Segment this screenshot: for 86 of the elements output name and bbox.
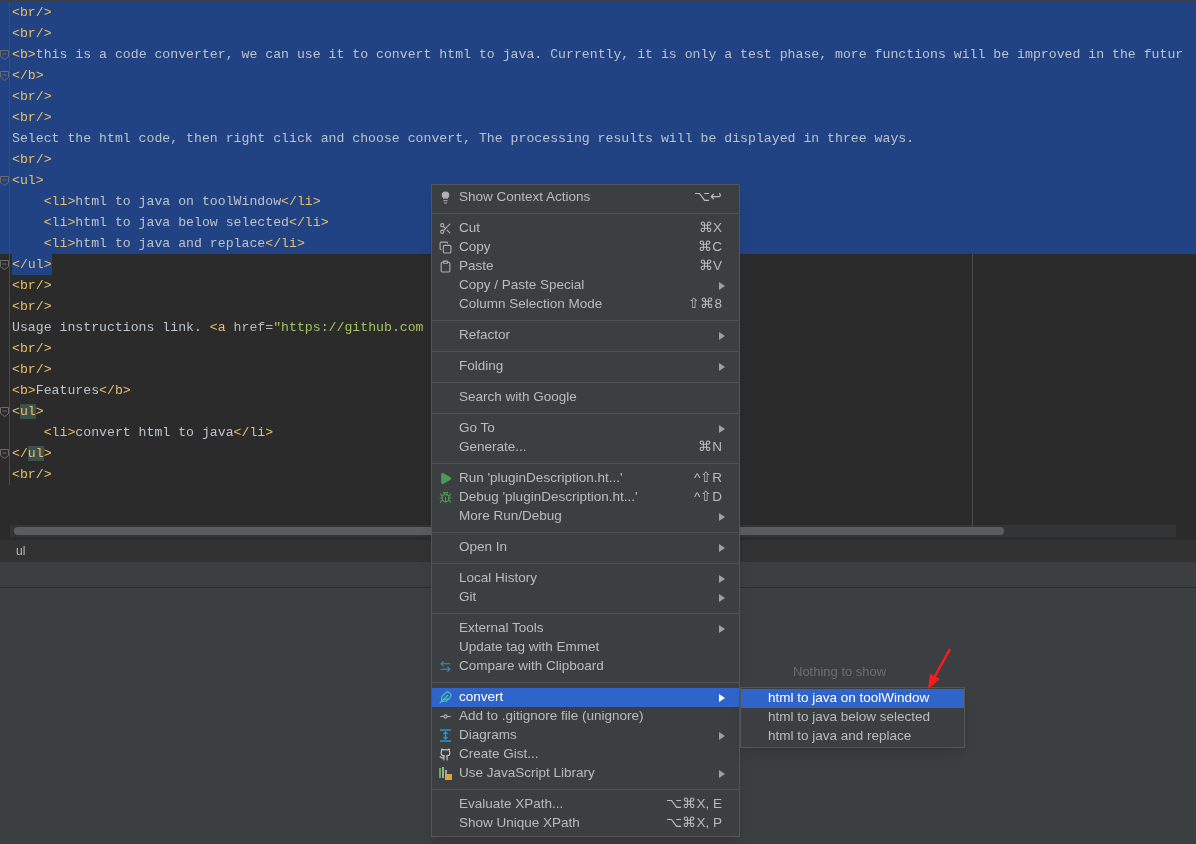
code-line: </ul> — [12, 445, 52, 463]
menu-item[interactable]: Git — [432, 588, 739, 607]
menu-item[interactable]: Update tag with Emmet — [432, 638, 739, 657]
menu-item[interactable]: Local History — [432, 569, 739, 588]
submenu-arrow-icon — [719, 731, 725, 740]
submenu-arrow-icon — [719, 281, 725, 290]
menu-item[interactable]: Copy / Paste Special — [432, 276, 739, 295]
menu-item[interactable]: External Tools — [432, 619, 739, 638]
library-icon — [439, 767, 452, 780]
code-line: <br/> — [12, 109, 52, 127]
code-line: <br/> — [12, 277, 52, 295]
menu-item[interactable]: html to java on toolWindow — [741, 689, 964, 708]
code-line: <ul> — [12, 172, 44, 190]
code-line: <li>html to java below selected</li> — [42, 214, 329, 232]
menu-item[interactable]: Debug 'pluginDescription.ht...' ^⇧D — [432, 488, 739, 507]
fold-marker-icon[interactable] — [0, 406, 9, 417]
code-line: <br/> — [12, 25, 52, 43]
menu-item[interactable]: Show Context Actions ⌥↩ — [432, 188, 739, 207]
code-line: <br/> — [12, 298, 52, 316]
fold-marker-icon[interactable] — [0, 448, 9, 459]
menu-item[interactable]: Open In — [432, 538, 739, 557]
menu-item[interactable]: Generate... ⌘N — [432, 438, 739, 457]
code-line: <li>convert html to java</li> — [42, 424, 274, 442]
fold-gutter[interactable] — [0, 443, 10, 464]
menu-item[interactable]: Use JavaScript Library — [432, 764, 739, 783]
code-line: Select the html code, then right click and choose convert, The processing results will be displayed in three ways. — [12, 130, 915, 148]
copy-icon — [439, 241, 452, 254]
fold-marker-icon[interactable] — [0, 49, 9, 60]
submenu-arrow-icon — [719, 593, 725, 602]
submenu-arrow-icon — [719, 574, 725, 583]
code-line: </b> — [12, 67, 44, 85]
code-line: <li>html to java and replace</li> — [42, 235, 305, 253]
menu-item[interactable]: Diagrams — [432, 726, 739, 745]
menu-item[interactable]: Run 'pluginDescription.ht...' ^⇧R — [432, 469, 739, 488]
code-line: Usage instructions link. <a href="https://github.com — [12, 319, 424, 337]
menu-item[interactable]: html to java and replace — [741, 727, 964, 746]
compare-icon — [439, 660, 452, 673]
fold-gutter[interactable] — [0, 401, 10, 422]
code-line: <br/> — [12, 88, 52, 106]
submenu-arrow-icon — [719, 424, 725, 433]
menu-item[interactable]: Paste ⌘V — [432, 257, 739, 276]
code-line: <b>Features</b> — [12, 382, 131, 400]
code-line: <br/> — [12, 361, 52, 379]
code-line: <br/> — [12, 466, 52, 484]
submenu-arrow-icon — [719, 331, 725, 340]
breadcrumb[interactable]: ul — [16, 542, 26, 560]
menu-item[interactable]: Refactor — [432, 326, 739, 345]
submenu-arrow-icon — [719, 512, 725, 521]
menu-item[interactable]: Create Gist... — [432, 745, 739, 764]
fold-gutter[interactable] — [0, 254, 10, 275]
menu-item[interactable]: Evaluate XPath... ⌥⌘X, E — [432, 795, 739, 814]
submenu-arrow-icon — [719, 769, 725, 778]
menu-item[interactable]: Folding — [432, 357, 739, 376]
menu-item[interactable]: Column Selection Mode ⇧⌘8 — [432, 295, 739, 314]
code-line: <br/> — [12, 4, 52, 22]
fold-marker-icon[interactable] — [0, 70, 9, 81]
scissors-icon — [439, 222, 452, 235]
code-line: <br/> — [12, 151, 52, 169]
menu-item[interactable]: Cut ⌘X — [432, 219, 739, 238]
lightbulb-icon — [439, 191, 452, 204]
play-icon — [439, 472, 452, 485]
fold-marker-icon[interactable] — [0, 175, 9, 186]
menu-item[interactable]: convert — [432, 688, 739, 707]
submenu-arrow-icon — [719, 362, 725, 371]
bug-icon — [439, 491, 452, 504]
menu-item[interactable]: Go To — [432, 419, 739, 438]
menu-item[interactable]: More Run/Debug — [432, 507, 739, 526]
submenu-arrow-icon — [719, 624, 725, 633]
menu-item[interactable]: Compare with Clipboard — [432, 657, 739, 676]
diagram-icon — [439, 729, 452, 742]
menu-item[interactable]: Show Unique XPath ⌥⌘X, P — [432, 814, 739, 833]
menu-item[interactable]: html to java below selected — [741, 708, 964, 727]
fold-marker-icon[interactable] — [0, 259, 9, 270]
code-line: <li>html to java on toolWindow</li> — [42, 193, 321, 211]
clipboard-icon — [439, 260, 452, 273]
code-line: <ul> — [12, 403, 44, 421]
menu-item[interactable]: Copy ⌘C — [432, 238, 739, 257]
code-line: <b>this is a code converter, we can use it to convert html to java. Currently, it is only a test phase, more functions will be improved in the futur — [12, 46, 1184, 64]
code-line: <br/> — [12, 340, 52, 358]
github-icon — [439, 748, 452, 761]
feather-icon — [439, 691, 452, 704]
menu-item[interactable]: Add to .gitignore file (unignore) — [432, 707, 739, 726]
menu-item[interactable]: Search with Google — [432, 388, 739, 407]
submenu-arrow-icon — [719, 693, 725, 702]
arrow-icon — [926, 648, 952, 690]
submenu-arrow-icon — [719, 543, 725, 552]
